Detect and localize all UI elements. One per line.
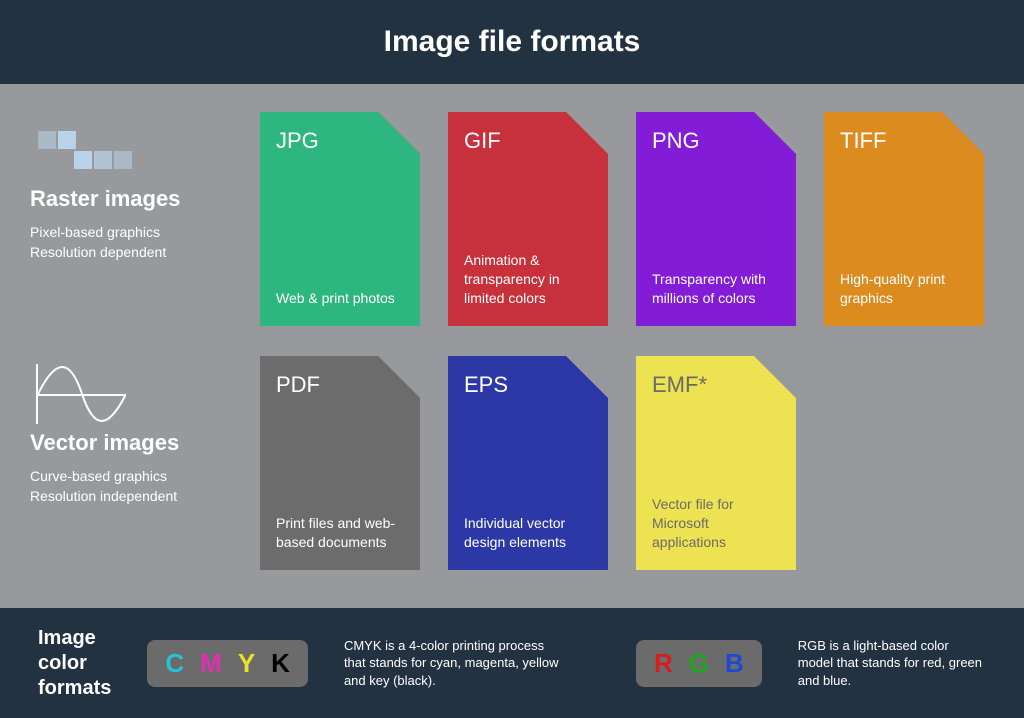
vector-category: Vector images Curve-based graphics Resol… (30, 356, 230, 507)
fold-icon (378, 356, 420, 398)
raster-category: Raster images Pixel-based graphics Resol… (30, 112, 230, 263)
file-jpg: JPG Web & print photos (260, 112, 420, 326)
cmyk-k: K (271, 648, 290, 679)
sine-curve-icon (38, 364, 126, 424)
vector-curve-icon (30, 364, 230, 424)
rgb-swatch: R G B (636, 640, 762, 687)
rgb-r: R (654, 648, 673, 679)
file-desc: High-quality print graphics (840, 270, 968, 308)
vector-heading: Vector images (30, 430, 230, 456)
file-emf: EMF* Vector file for Microsoft applicati… (636, 356, 796, 570)
file-desc: Web & print photos (276, 289, 404, 308)
cmyk-y: Y (238, 648, 255, 679)
fold-icon (754, 356, 796, 398)
raster-line2: Resolution dependent (30, 242, 230, 262)
rgb-desc: RGB is a light-based color model that st… (798, 637, 986, 690)
footer-bar: Image color formats C M Y K CMYK is a 4-… (0, 608, 1024, 718)
file-desc: Transparency with millions of colors (652, 270, 780, 308)
fold-icon (754, 112, 796, 154)
cmyk-desc: CMYK is a 4-color printing process that … (344, 637, 564, 690)
file-gif: GIF Animation & transparency in limited … (448, 112, 608, 326)
file-png: PNG Transparency with millions of colors (636, 112, 796, 326)
raster-line1: Pixel-based graphics (30, 222, 230, 242)
file-pdf: PDF Print files and web-based documents (260, 356, 420, 570)
vector-line1: Curve-based graphics (30, 466, 230, 486)
vector-row: Vector images Curve-based graphics Resol… (30, 356, 994, 570)
raster-row: Raster images Pixel-based graphics Resol… (30, 112, 994, 326)
fold-icon (942, 112, 984, 154)
file-eps: EPS Individual vector design elements (448, 356, 608, 570)
fold-icon (378, 112, 420, 154)
cmyk-m: M (200, 648, 222, 679)
cmyk-c: C (165, 648, 184, 679)
rgb-g: G (689, 648, 709, 679)
fold-icon (566, 112, 608, 154)
file-tiff: TIFF High-quality print graphics (824, 112, 984, 326)
fold-icon (566, 356, 608, 398)
raster-cards: JPG Web & print photos GIF Animation & t… (260, 112, 984, 326)
file-desc: Vector file for Microsoft applications (652, 495, 780, 552)
raster-pixel-icon (30, 120, 230, 180)
page-title: Image file formats (384, 25, 641, 59)
file-desc: Animation & transparency in limited colo… (464, 251, 592, 308)
file-desc: Print files and web-based documents (276, 514, 404, 552)
vector-line2: Resolution independent (30, 486, 230, 506)
main-panel: Raster images Pixel-based graphics Resol… (0, 84, 1024, 608)
cmyk-swatch: C M Y K (147, 640, 308, 687)
header: Image file formats (0, 0, 1024, 84)
footer-title: Image color formats (38, 626, 111, 701)
rgb-b: B (725, 648, 744, 679)
vector-cards: PDF Print files and web-based documents … (260, 356, 796, 570)
raster-heading: Raster images (30, 186, 230, 212)
file-desc: Individual vector design elements (464, 514, 592, 552)
